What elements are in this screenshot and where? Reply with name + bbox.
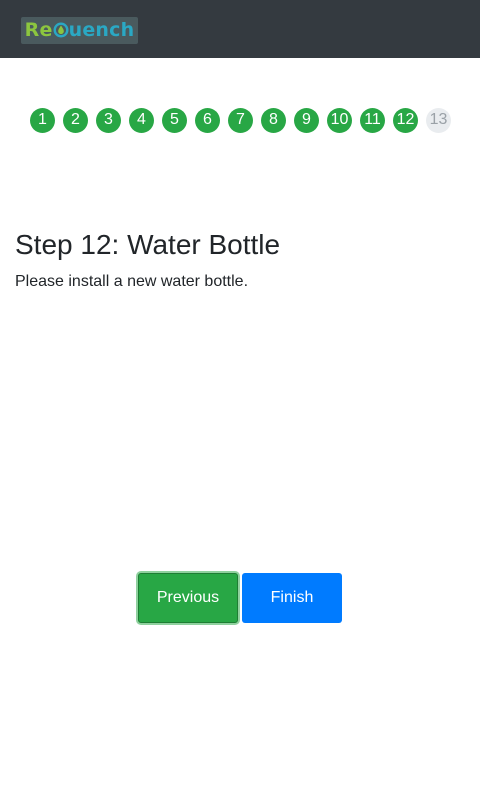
logo-text-suffix: uench bbox=[68, 19, 135, 41]
step-10[interactable]: 10 bbox=[327, 108, 352, 133]
step-title: Step 12: Water Bottle bbox=[15, 229, 281, 260]
previous-button[interactable]: Previous bbox=[138, 573, 238, 623]
step-4[interactable]: 4 bbox=[129, 108, 154, 133]
step-7[interactable]: 7 bbox=[228, 108, 253, 133]
step-6[interactable]: 6 bbox=[195, 108, 220, 133]
logo-text-prefix: Re bbox=[24, 19, 53, 41]
step-13-current: 13 bbox=[426, 108, 451, 133]
step-2[interactable]: 2 bbox=[63, 108, 88, 133]
step-indicator: 1 2 3 4 5 6 7 8 9 10 11 12 13 bbox=[30, 108, 459, 133]
step-1[interactable]: 1 bbox=[30, 108, 55, 133]
logo-text: Re uench bbox=[25, 21, 135, 40]
water-drop-icon bbox=[53, 22, 69, 38]
step-5[interactable]: 5 bbox=[162, 108, 187, 133]
top-navbar: Re uench bbox=[0, 0, 480, 58]
requench-logo[interactable]: Re uench bbox=[21, 17, 138, 44]
step-3[interactable]: 3 bbox=[96, 108, 121, 133]
finish-button[interactable]: Finish bbox=[242, 573, 342, 623]
step-8[interactable]: 8 bbox=[261, 108, 286, 133]
step-9[interactable]: 9 bbox=[294, 108, 319, 133]
step-12[interactable]: 12 bbox=[393, 108, 418, 133]
step-description: Please install a new water bottle. bbox=[15, 273, 249, 290]
step-11[interactable]: 11 bbox=[360, 108, 385, 133]
